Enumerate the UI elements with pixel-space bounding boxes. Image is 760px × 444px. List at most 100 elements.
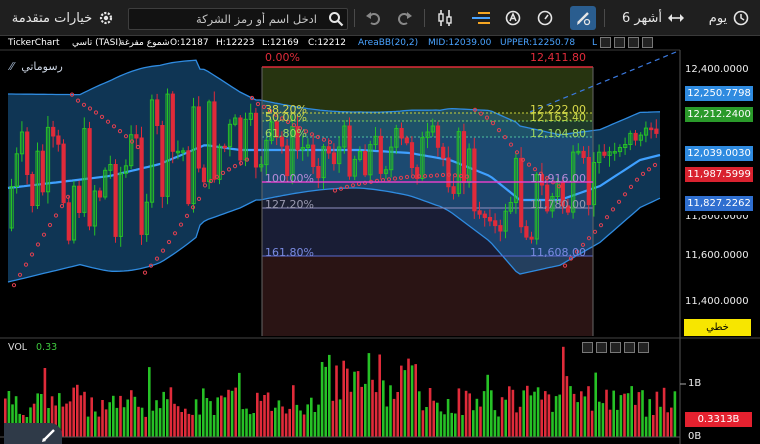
volume-bar — [158, 408, 162, 437]
volume-bar — [630, 386, 633, 437]
volume-bar — [479, 406, 482, 437]
last-price-tag: 12,212.2400 — [685, 107, 753, 122]
volume-bar — [137, 406, 140, 437]
volume-bar — [605, 389, 608, 437]
volume-bar — [360, 386, 363, 437]
volume-bar — [306, 404, 309, 437]
pencil-icon — [42, 429, 55, 442]
volume-bar — [281, 406, 284, 437]
candle-body — [113, 164, 118, 237]
volume-bar — [97, 416, 101, 437]
linear-scale-button[interactable]: خطي — [684, 319, 751, 336]
edit-drawings-button[interactable] — [4, 423, 62, 444]
volume-bar — [317, 404, 320, 437]
candle-body — [97, 190, 103, 198]
volume-bar — [299, 410, 302, 437]
candle-body — [30, 174, 35, 206]
candle-body — [524, 226, 529, 238]
volume-bar — [148, 367, 151, 437]
candle-body — [134, 134, 139, 139]
maximize-icon[interactable] — [624, 342, 635, 353]
volume-bar — [421, 410, 425, 437]
candle-body — [196, 106, 201, 169]
volume-bar — [662, 387, 666, 437]
drawings-tab[interactable]: ⁄⁄ رسوماتي — [10, 60, 63, 73]
volume-bar — [464, 390, 468, 437]
volume-bar — [338, 399, 342, 437]
volume-bar — [68, 401, 72, 437]
volume-bar — [428, 388, 432, 437]
price-axis-11400: 11,400.0000 — [685, 296, 749, 307]
candle-body — [378, 135, 383, 174]
volume-bar — [288, 408, 291, 437]
volume-bar — [119, 395, 122, 437]
volume-bar — [504, 399, 507, 437]
volume-bar — [594, 372, 597, 437]
price-axis-11600: 11,600.0000 — [685, 250, 749, 261]
volume-last-tag: 0.3313B — [685, 412, 752, 427]
volume-bar — [212, 415, 216, 437]
minimize-icon[interactable] — [582, 342, 593, 353]
candle-body — [441, 146, 446, 159]
fib-price-label: 12,104.80 — [530, 127, 586, 140]
volume-bar — [558, 394, 561, 437]
mid-band-tag: 12,039.0030 — [685, 146, 753, 161]
volume-bar — [140, 407, 144, 437]
volume-bar — [241, 409, 245, 437]
volume-bar — [572, 393, 576, 437]
volume-bar — [112, 395, 115, 437]
volume-bar — [65, 403, 68, 437]
volume-bar — [533, 391, 536, 437]
fib-pct-label: 61.80% — [265, 127, 307, 140]
volume-bar — [313, 412, 317, 437]
candle-body — [186, 150, 191, 205]
candle-body — [61, 143, 66, 204]
candle-body — [586, 157, 591, 206]
volume-bar — [374, 392, 378, 437]
volume-label: VOL — [8, 342, 28, 353]
candle-body — [155, 99, 160, 127]
fib-pct-label: 100.00% — [265, 172, 314, 185]
volume-bar — [277, 400, 281, 437]
volume-bar — [90, 397, 93, 437]
restore-icon[interactable] — [596, 342, 607, 353]
volume-bar — [320, 362, 324, 437]
volume-bar — [94, 411, 97, 437]
move-up-icon[interactable] — [610, 342, 621, 353]
upper-band-tag: 12,250.7798 — [685, 86, 753, 101]
volume-bar — [252, 413, 255, 437]
price-axis-11800: 11,800.0000 — [685, 215, 749, 222]
volume-bar — [202, 388, 205, 437]
candle-body — [409, 142, 415, 168]
candle-body — [316, 166, 321, 179]
volume-panel-window-buttons — [582, 342, 649, 353]
sar-dot — [142, 270, 148, 275]
candle-body — [51, 126, 56, 137]
candle-body — [201, 167, 207, 183]
candle-body — [160, 125, 165, 197]
volume-bar — [328, 354, 331, 437]
volume-bar — [414, 364, 417, 437]
volume-bar — [425, 407, 428, 437]
volume-bar — [86, 416, 90, 437]
volume-bar — [115, 407, 119, 437]
close-icon[interactable] — [638, 342, 649, 353]
volume-bar — [511, 389, 515, 437]
volume-bar — [623, 393, 626, 437]
candle-body — [347, 125, 352, 177]
volume-bar — [248, 414, 252, 437]
volume-bar — [230, 390, 234, 437]
volume-bar — [540, 399, 543, 437]
chart-canvas[interactable] — [0, 0, 760, 444]
volume-bar — [72, 387, 75, 437]
volume-bar — [446, 399, 450, 437]
volume-bar — [382, 380, 385, 437]
volume-bar — [608, 409, 612, 437]
fib-price-label: 12,163.40 — [530, 111, 586, 124]
volume-bar — [587, 386, 590, 437]
sar-dot — [11, 283, 17, 288]
volume-bar — [468, 393, 471, 437]
volume-bar — [220, 395, 223, 437]
volume-bar — [256, 392, 259, 437]
horizontal-line-tag: 11,987.5999 — [685, 167, 753, 182]
